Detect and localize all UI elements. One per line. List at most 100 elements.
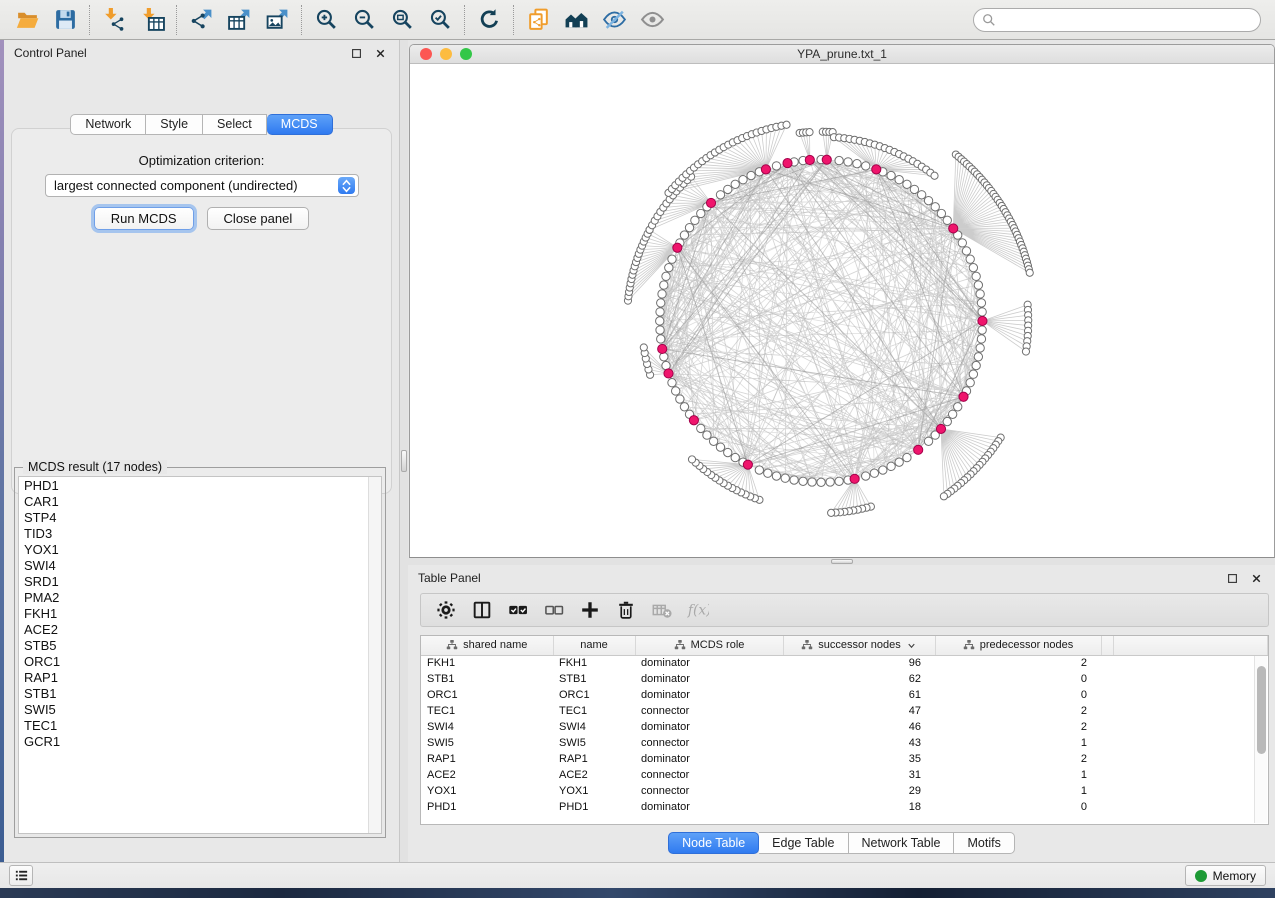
graph-node[interactable]	[808, 478, 816, 486]
graph-mcds-node[interactable]	[664, 369, 673, 378]
graph-node[interactable]	[668, 255, 676, 263]
mcds-result-item[interactable]: CAR1	[19, 494, 368, 510]
graph-node[interactable]	[948, 410, 956, 418]
graph-mcds-node[interactable]	[673, 243, 682, 252]
mcds-result-item[interactable]: STP4	[19, 510, 368, 526]
graph-node[interactable]	[910, 185, 918, 193]
graph-node[interactable]	[781, 474, 789, 482]
scrollbar-thumb[interactable]	[1257, 666, 1266, 754]
graph-node[interactable]	[976, 344, 984, 352]
graph-node[interactable]	[974, 353, 982, 361]
graph-node[interactable]	[835, 156, 843, 164]
graph-node[interactable]	[724, 185, 732, 193]
graph-node[interactable]	[974, 281, 982, 289]
close-panel-button[interactable]: Close panel	[207, 207, 310, 230]
graph-node[interactable]	[966, 379, 974, 387]
graph-node[interactable]	[924, 196, 932, 204]
float-panel-icon[interactable]	[347, 44, 365, 62]
graph-node[interactable]	[917, 191, 925, 199]
graph-node[interactable]	[724, 448, 732, 456]
graph-node[interactable]	[657, 299, 665, 307]
first-neighbors-button[interactable]	[557, 4, 595, 36]
graph-node[interactable]	[958, 239, 966, 247]
save-session-button[interactable]	[46, 4, 84, 36]
tab-select[interactable]: Select	[203, 114, 267, 135]
mcds-result-item[interactable]: GCR1	[19, 734, 368, 750]
column-header-shared-name[interactable]: shared name	[421, 636, 553, 655]
graph-node[interactable]	[668, 379, 676, 387]
graph-node[interactable]	[660, 353, 668, 361]
graph-mcds-node[interactable]	[689, 416, 698, 425]
graph-mcds-node[interactable]	[850, 474, 859, 483]
graph-mcds-node[interactable]	[978, 316, 987, 325]
network-window-titlebar[interactable]: YPA_prune.txt_1	[410, 45, 1274, 64]
mcds-result-item[interactable]: PHD1	[19, 478, 368, 494]
graph-node[interactable]	[671, 387, 679, 395]
graph-mcds-node[interactable]	[805, 155, 814, 164]
graph-node[interactable]	[853, 160, 861, 168]
table-row[interactable]: FKH1FKH1dominator962	[421, 655, 1268, 671]
graph-node[interactable]	[658, 290, 666, 298]
tab-network[interactable]: Network	[70, 114, 146, 135]
import-table-button[interactable]	[133, 4, 171, 36]
table-row[interactable]: SWI4SWI4dominator462	[421, 719, 1268, 735]
graph-mcds-node[interactable]	[959, 392, 968, 401]
graph-node[interactable]	[903, 180, 911, 188]
graph-node[interactable]	[972, 361, 980, 369]
graph-leaf-node[interactable]	[828, 509, 835, 516]
mcds-result-item[interactable]: RAP1	[19, 670, 368, 686]
graph-node[interactable]	[685, 223, 693, 231]
graph-node[interactable]	[969, 370, 977, 378]
refresh-view-button[interactable]	[470, 4, 508, 36]
graph-mcds-node[interactable]	[761, 165, 770, 174]
graph-mcds-node[interactable]	[914, 445, 923, 454]
graph-mcds-node[interactable]	[706, 198, 715, 207]
column-header-name[interactable]: name	[553, 636, 635, 655]
graph-node[interactable]	[870, 469, 878, 477]
mcds-result-item[interactable]: ACE2	[19, 622, 368, 638]
tab-motifs[interactable]: Motifs	[954, 832, 1014, 854]
tab-node-table[interactable]: Node Table	[668, 832, 759, 854]
graph-leaf-node[interactable]	[640, 344, 647, 351]
float-panel-icon[interactable]	[1223, 569, 1241, 587]
graph-node[interactable]	[972, 272, 980, 280]
graph-node[interactable]	[954, 403, 962, 411]
graph-node[interactable]	[978, 308, 986, 316]
table-scrollbar[interactable]	[1254, 656, 1267, 823]
graph-leaf-node[interactable]	[940, 493, 947, 500]
graph-node[interactable]	[969, 263, 977, 271]
graph-node[interactable]	[747, 171, 755, 179]
graph-leaf-node[interactable]	[783, 121, 790, 128]
graph-node[interactable]	[943, 216, 951, 224]
graph-node[interactable]	[931, 203, 939, 211]
graph-node[interactable]	[697, 209, 705, 217]
graph-node[interactable]	[924, 437, 932, 445]
graph-node[interactable]	[691, 216, 699, 224]
table-header-row[interactable]: shared namenameMCDS rolesuccessor nodesp…	[421, 636, 1268, 655]
graph-node[interactable]	[937, 209, 945, 217]
zoom-selected-button[interactable]	[421, 4, 459, 36]
vertical-splitter[interactable]	[400, 40, 408, 862]
graph-mcds-node[interactable]	[872, 165, 881, 174]
graph-node[interactable]	[862, 162, 870, 170]
graph-node[interactable]	[887, 462, 895, 470]
graph-node[interactable]	[731, 180, 739, 188]
graph-node[interactable]	[755, 466, 763, 474]
splitter-grip[interactable]	[831, 559, 853, 564]
open-file-button[interactable]	[8, 4, 46, 36]
graph-node[interactable]	[709, 437, 717, 445]
deselect-all-button[interactable]	[539, 596, 569, 624]
graph-leaf-node[interactable]	[806, 129, 813, 136]
graph-node[interactable]	[799, 477, 807, 485]
graph-node[interactable]	[772, 162, 780, 170]
graph-node[interactable]	[978, 326, 986, 334]
graph-node[interactable]	[764, 469, 772, 477]
graph-node[interactable]	[835, 477, 843, 485]
graph-leaf-node[interactable]	[1022, 348, 1029, 355]
zoom-in-button[interactable]	[307, 4, 345, 36]
table-row[interactable]: PHD1PHD1dominator180	[421, 799, 1268, 815]
splitter-grip[interactable]	[401, 450, 407, 472]
graph-node[interactable]	[977, 299, 985, 307]
graph-node[interactable]	[731, 453, 739, 461]
horizontal-splitter[interactable]	[408, 558, 1275, 565]
